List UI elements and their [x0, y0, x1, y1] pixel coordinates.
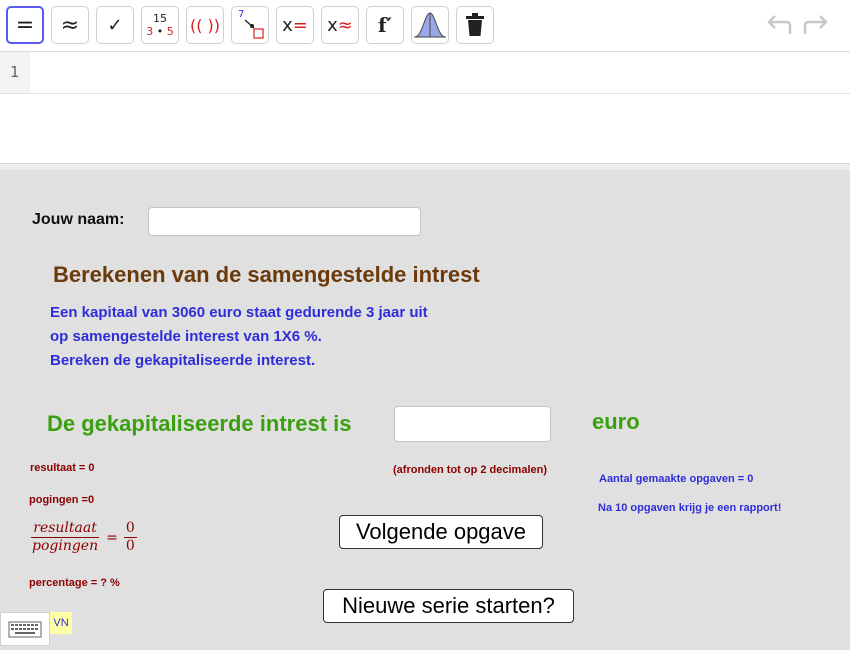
trash-icon	[466, 13, 484, 36]
solve-equals-icon: =	[292, 14, 308, 36]
cas-input-row[interactable]	[30, 52, 850, 93]
undo-icon	[767, 15, 792, 34]
ratio-denominator: pogingen	[32, 538, 99, 554]
substitute-button[interactable]: 7	[231, 6, 269, 44]
page-title: Berekenen van de samengestelde intrest	[53, 262, 480, 287]
problem-line-3: Bereken de gekapitaliseerde interest.	[50, 352, 316, 369]
derivative-icon: f′	[378, 13, 392, 37]
vn-badge: VN	[50, 612, 72, 634]
ratio-value-denominator: 0	[125, 538, 135, 554]
ratio-numerator: resultaat	[31, 520, 99, 538]
cas-row-gutter: 1	[0, 52, 30, 94]
cas-view: 1	[0, 52, 850, 164]
ratio-equals: =	[106, 529, 118, 546]
cas-row-divider	[0, 93, 850, 94]
derivative-button[interactable]: f′	[366, 6, 404, 44]
factor-dot: •	[156, 25, 164, 38]
nsolve-approx-icon: ≈	[337, 14, 353, 36]
evaluate-button[interactable]: =	[6, 6, 44, 44]
next-exercise-button[interactable]: Volgende opgave	[339, 515, 543, 549]
answer-input[interactable]	[394, 406, 551, 442]
ratio-value-numerator: 0	[123, 520, 137, 538]
normal-distribution-icon	[414, 12, 446, 38]
delete-button[interactable]	[456, 6, 494, 44]
answer-unit: euro	[592, 409, 640, 434]
ratio-value-fraction: 0 0	[123, 520, 137, 555]
problem-line-1: Een kapitaal van 3060 euro staat geduren…	[50, 304, 428, 321]
exercise-count: Aantal gemaakte opgaven = 0	[599, 473, 754, 485]
checkmark-icon: ✓	[107, 14, 123, 36]
factor-icon: 3 • 5	[146, 25, 174, 38]
pogingen-text: pogingen =0	[29, 494, 95, 506]
solve-x-icon: x	[282, 14, 293, 36]
undo-button[interactable]	[764, 12, 794, 40]
solve-button[interactable]: x =	[276, 6, 314, 44]
substitute-number: 7	[238, 9, 245, 20]
problem-line-2: op samengestelde interest van 1X6 %.	[50, 328, 322, 345]
factor-top-number: 15	[153, 12, 167, 25]
new-series-button[interactable]: Nieuwe serie starten?	[323, 589, 574, 623]
keep-input-button[interactable]: ✓	[96, 6, 134, 44]
cas-row-number: 1	[10, 63, 20, 81]
applet-canvas: Jouw naam: Berekenen van de samengesteld…	[0, 170, 850, 650]
equals-icon: =	[15, 12, 35, 38]
numeric-button[interactable]: ≈	[51, 6, 89, 44]
factor-a: 3	[146, 25, 154, 38]
problem-text: Een kapitaal van 3060 euro staat geduren…	[50, 301, 428, 373]
nsolve-button[interactable]: x ≈	[321, 6, 359, 44]
expand-button[interactable]: (( ))	[186, 6, 224, 44]
name-label: Jouw naam:	[32, 211, 125, 228]
factor-b: 5	[166, 25, 174, 38]
ratio-formula: resultaat pogingen = 0 0	[30, 520, 137, 555]
rounding-hint: (afronden tot op 2 decimalen)	[393, 464, 548, 476]
redo-button[interactable]	[801, 12, 831, 40]
probability-button[interactable]	[411, 6, 449, 44]
factor-button[interactable]: 15 3 • 5	[141, 6, 179, 44]
expand-icon: (( ))	[189, 15, 221, 35]
redo-icon	[803, 15, 828, 34]
nsolve-x-icon: x	[327, 14, 338, 36]
answer-label: De gekapitaliseerde intrest is	[47, 411, 352, 436]
keyboard-icon	[8, 621, 42, 638]
keyboard-toggle[interactable]	[0, 612, 50, 646]
ratio-fraction: resultaat pogingen	[30, 520, 100, 555]
percentage-text: percentage = ? %	[29, 577, 120, 589]
resultaat-text: resultaat = 0	[30, 462, 95, 474]
name-input[interactable]	[148, 207, 421, 236]
cas-toolbar: = ≈ ✓ 15 3 • 5 (( )) 7 x = x ≈ f′	[0, 0, 850, 52]
report-note: Na 10 opgaven krijg je een rapport!	[598, 502, 782, 514]
approx-icon: ≈	[60, 12, 80, 38]
